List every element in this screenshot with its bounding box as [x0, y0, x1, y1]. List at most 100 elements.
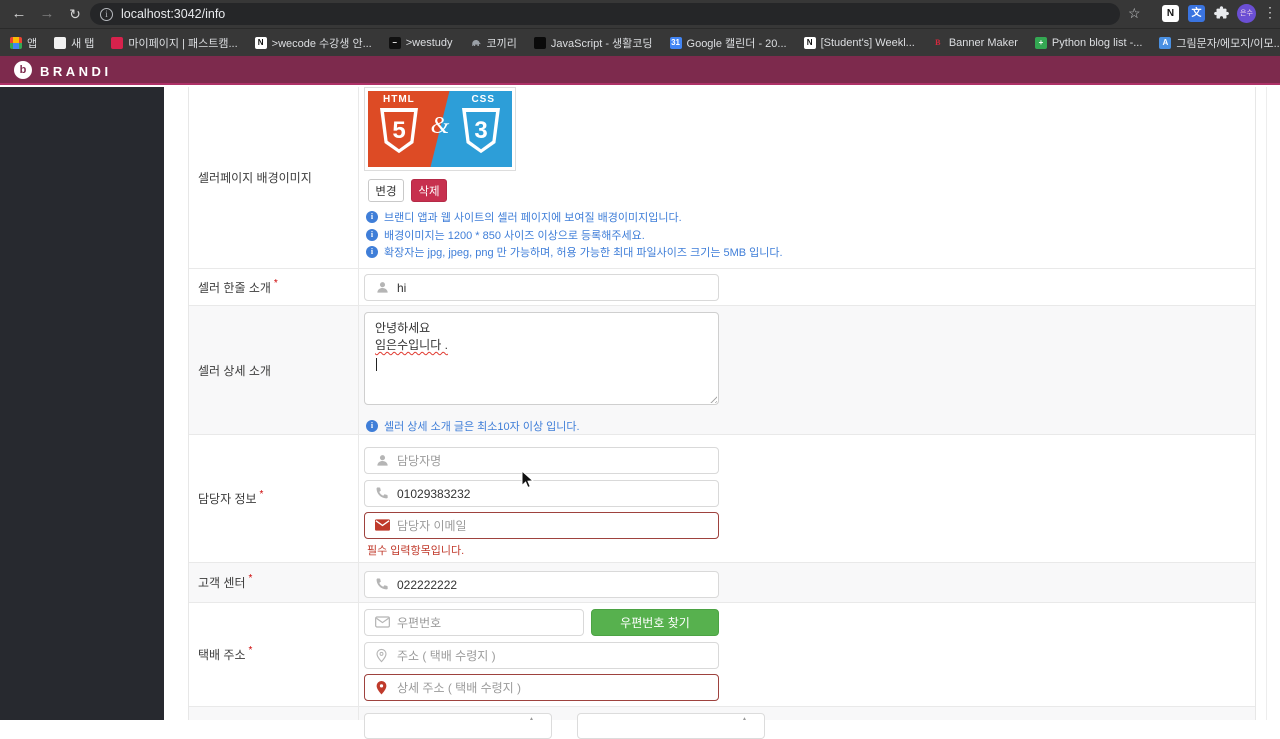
- address-bar[interactable]: i localhost:3042/info: [90, 3, 1120, 25]
- form-row-manager-info: 담당자 정보 * 담당자명 01029383232 담당자 이메일 필수 입력항…: [189, 434, 1255, 562]
- bookmark-emoji[interactable]: A 그림문자/에모지/이모...: [1159, 35, 1280, 51]
- required-star: *: [248, 573, 253, 584]
- info-text: 셀러 상세 소개 글은 최소10자 이상 입니다.: [384, 421, 580, 433]
- bookmark-mypage-fastcampus[interactable]: 마이페이지 | 패스트캠...: [111, 35, 238, 51]
- detail-intro-textarea[interactable]: 안녕하세요 임은수입니다 .: [364, 312, 719, 405]
- address-input[interactable]: [364, 642, 719, 669]
- profile-avatar[interactable]: 은수: [1237, 4, 1256, 23]
- required-field-error: 필수 입력항목입니다.: [367, 545, 465, 557]
- notion-icon: N: [254, 36, 267, 49]
- one-line-intro-input[interactable]: [364, 274, 719, 301]
- bookmark-wecode[interactable]: N >wecode 수강생 안...: [254, 35, 372, 51]
- address-field: [364, 642, 719, 669]
- bookmark-javascript[interactable]: JavaScript - 생활코딩: [533, 35, 653, 51]
- detail-info-line: i 셀러 상세 소개 글은 최소10자 이상 입니다.: [366, 418, 580, 434]
- css3-shield-icon: 3: [462, 108, 500, 154]
- translate-extension-icon[interactable]: 文: [1188, 5, 1205, 22]
- select-chevrons-icon: ▲: [742, 716, 747, 722]
- manager-phone-field: [364, 480, 719, 507]
- manager-phone-input[interactable]: [364, 480, 719, 507]
- manager-name-field: [364, 447, 719, 474]
- bookmark-elephant[interactable]: 코끼리: [470, 35, 517, 51]
- bookmark-westudy[interactable]: – >westudy: [388, 36, 453, 49]
- bookmark-label: 마이페이지 | 패스트캠...: [128, 37, 238, 50]
- row-label-cell: 셀러페이지 배경이미지: [189, 87, 359, 268]
- change-image-button[interactable]: 변경: [368, 179, 404, 202]
- row-label-cell: 택배 주소 *: [189, 603, 359, 706]
- select-box-right[interactable]: ▲: [577, 713, 765, 739]
- extensions-puzzle-icon[interactable]: [1213, 5, 1230, 22]
- bookmark-google-calendar[interactable]: 31 Google 캘린더 - 20...: [669, 35, 787, 51]
- seller-bg-image-preview: HTML CSS 5 3 &: [364, 87, 516, 171]
- info-text: 배경이미지는 1200 * 850 사이즈 이상으로 등록해주세요.: [384, 230, 645, 242]
- row-content-cell: HTML CSS 5 3 & 변경 삭제 i 브랜디 앱과 웹 사이트의 셀러 …: [359, 87, 1255, 268]
- notion-icon: N: [803, 36, 816, 49]
- row-label-cell: [189, 707, 359, 720]
- resize-handle[interactable]: [708, 394, 717, 403]
- html5-number: 5: [384, 112, 414, 150]
- bookmark-python-blog[interactable]: + Python blog list -...: [1034, 36, 1143, 49]
- bookmark-banner-maker[interactable]: B Banner Maker: [932, 37, 1018, 49]
- refresh-icon[interactable]: ↻: [64, 3, 86, 25]
- notion-extension-icon[interactable]: N: [1162, 5, 1179, 22]
- text-caret: [376, 358, 377, 371]
- elephant-icon: [470, 37, 482, 49]
- find-zipcode-button[interactable]: 우편번호 찾기: [591, 609, 719, 636]
- forward-icon[interactable]: →: [36, 3, 58, 25]
- form-row-customer-center: 고객 센터 *: [189, 562, 1255, 602]
- delete-image-button[interactable]: 삭제: [411, 179, 447, 202]
- css3-number: 3: [466, 112, 496, 150]
- calendar-icon: 31: [669, 36, 682, 49]
- page-info-icon[interactable]: i: [100, 7, 113, 21]
- address-detail-input[interactable]: [364, 674, 719, 701]
- emoji-bookmark-icon: A: [1159, 36, 1172, 49]
- brandi-logo-icon[interactable]: b: [14, 61, 32, 79]
- brand-title[interactable]: BRANDI: [40, 64, 112, 79]
- bookmark-label: 새 탭: [71, 37, 95, 50]
- back-icon[interactable]: ←: [8, 3, 30, 25]
- row-label: 셀러페이지 배경이미지: [198, 171, 312, 185]
- info-text: 확장자는 jpg, jpeg, png 만 가능하며, 허용 가능한 최대 파일…: [384, 247, 783, 259]
- bookmark-apps[interactable]: 앱: [10, 35, 37, 51]
- row-label-cell: 고객 센터 *: [189, 563, 359, 602]
- fastcampus-icon: [111, 36, 124, 49]
- bookmark-label: 코끼리: [486, 37, 517, 50]
- form-row-one-line-intro: 셀러 한줄 소개 *: [189, 268, 1255, 305]
- seller-info-form: 셀러페이지 배경이미지 HTML CSS 5 3 & 변경 삭제 i 브랜디 앱…: [188, 87, 1256, 739]
- row-content-cell: ▲ ▲: [359, 707, 1255, 739]
- manager-email-input[interactable]: [364, 512, 719, 539]
- bookmark-label: Google 캘린더 - 20...: [686, 37, 787, 50]
- apps-grid-icon: [10, 36, 22, 49]
- info-icon: i: [366, 211, 378, 223]
- row-label: 담당자 정보: [198, 492, 257, 506]
- form-row-shipping-address: 택배 주소 * 우편번호 찾기: [189, 602, 1255, 706]
- content-right-border: [1266, 87, 1267, 720]
- zipcode-input[interactable]: [364, 609, 584, 636]
- manager-name-input[interactable]: [364, 447, 719, 474]
- bookmark-label: [Student's] Weekl...: [820, 36, 915, 49]
- browser-menu-icon[interactable]: ⋮: [1263, 4, 1277, 21]
- app-header: b BRANDI: [0, 56, 1280, 85]
- url-text: localhost:3042/info: [121, 7, 226, 21]
- bookmark-label: Python blog list -...: [1051, 36, 1143, 49]
- form-row-detail-intro: 셀러 상세 소개 안녕하세요 임은수입니다 . i 셀러 상세 소개 글은 최소…: [189, 305, 1255, 434]
- info-icon: i: [366, 246, 378, 258]
- row-label-cell: 셀러 한줄 소개 *: [189, 269, 359, 305]
- bookmarks-bar: 앱 새 탭 마이페이지 | 패스트캠... N >wecode 수강생 안...…: [0, 28, 1280, 56]
- customer-center-input[interactable]: [364, 571, 719, 598]
- row-content-cell: 우편번호 찾기: [359, 603, 1255, 706]
- browser-toolbar: ← → ↻ i localhost:3042/info ☆ N 文 은수 ⋮: [0, 0, 1280, 28]
- bookmark-star-icon[interactable]: ☆: [1128, 5, 1141, 22]
- select-chevrons-icon: ▲: [529, 716, 534, 722]
- select-box-left[interactable]: ▲: [364, 713, 552, 739]
- bookmark-new-tab[interactable]: 새 탭: [54, 35, 94, 51]
- bookmark-students-weekly[interactable]: N [Student's] Weekl...: [803, 36, 915, 49]
- form-row-bg-image: 셀러페이지 배경이미지 HTML CSS 5 3 & 변경 삭제 i 브랜디 앱…: [189, 87, 1255, 268]
- banner-maker-icon: B: [935, 37, 941, 47]
- row-content-cell: [359, 269, 1255, 305]
- required-star: *: [248, 645, 253, 656]
- bookmark-label: >wecode 수강생 안...: [271, 37, 372, 50]
- info-text: 브랜디 앱과 웹 사이트의 셀러 페이지에 보여질 배경이미지입니다.: [384, 212, 682, 224]
- bookmark-label: Banner Maker: [948, 36, 1018, 49]
- bg-info-line: i 브랜디 앱과 웹 사이트의 셀러 페이지에 보여질 배경이미지입니다.: [366, 209, 682, 225]
